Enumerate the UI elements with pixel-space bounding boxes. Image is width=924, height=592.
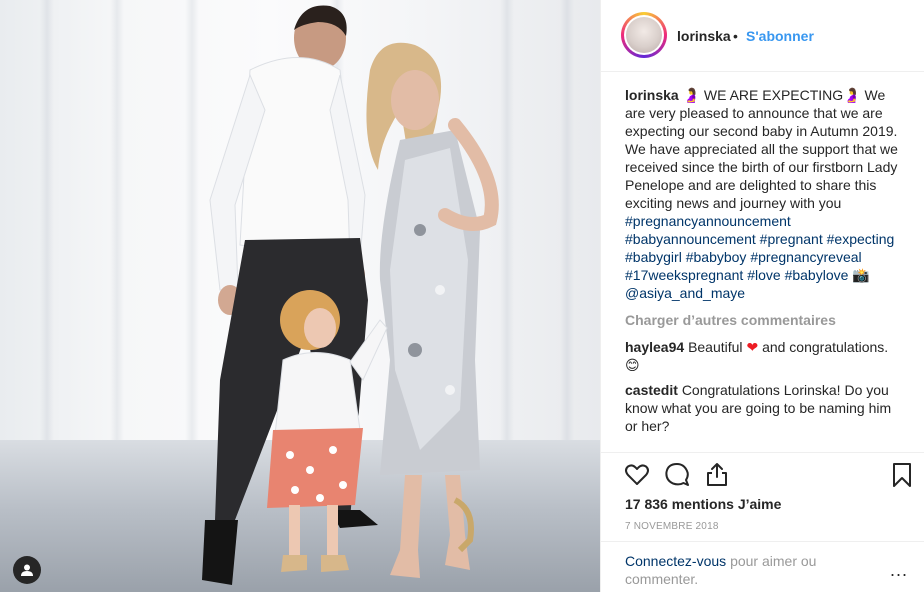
child-figure	[267, 290, 388, 572]
login-divider	[601, 541, 924, 542]
hashtag[interactable]: #love	[747, 267, 780, 283]
camera-emoji: 📸	[852, 267, 870, 283]
heart-icon[interactable]	[624, 462, 650, 488]
post-header: lorinska • S'abonner	[601, 0, 924, 72]
hashtag[interactable]: #babyboy	[686, 249, 747, 265]
more-options-icon[interactable]: ...	[890, 560, 908, 581]
caption-headline: WE ARE EXPECTING	[703, 87, 844, 103]
hashtag[interactable]: #pregnancyreveal	[750, 249, 861, 265]
post-date[interactable]: 7 NOVEMBRE 2018	[625, 521, 719, 532]
pregnant-emoji: 🤰	[843, 87, 861, 103]
hashtag[interactable]: #expecting	[827, 231, 895, 247]
comment: castedit Congratulations Lorinska! Do yo…	[625, 381, 905, 435]
curtain-fold	[40, 0, 54, 470]
tag-users-button[interactable]	[13, 556, 41, 584]
hashtag[interactable]: #17weekspregnant	[625, 267, 743, 283]
actions-divider	[601, 452, 924, 454]
post-sidebar: lorinska • S'abonner lorinska 🤰 WE ARE E…	[600, 0, 924, 592]
share-icon[interactable]	[704, 461, 730, 487]
red-heart-emoji: ❤	[746, 339, 759, 355]
pregnant-emoji: 🤰	[682, 87, 701, 103]
post-photo[interactable]	[0, 0, 600, 592]
mention[interactable]: @asiya_and_maye	[625, 285, 745, 301]
user-icon	[21, 564, 33, 576]
smile-emoji: 😊	[625, 357, 640, 373]
caption: lorinska 🤰 WE ARE EXPECTING🤰 We are very…	[625, 86, 905, 302]
hashtag[interactable]: #pregnant	[760, 231, 823, 247]
hashtag[interactable]: #babylove	[785, 267, 849, 283]
bookmark-icon[interactable]	[891, 462, 913, 488]
comment-text: and congratulations.	[762, 339, 889, 355]
curtain-fold	[110, 0, 124, 470]
hashtag[interactable]: #babyannouncement	[625, 231, 756, 247]
caption-text-2: We have appreciated all the support that…	[625, 141, 898, 211]
load-more-comments[interactable]: Charger d’autres commentaires	[625, 311, 905, 329]
comment: haylea94 Beautiful ❤ and congratulations…	[625, 338, 905, 374]
caption-username[interactable]: lorinska	[625, 87, 679, 103]
login-prompt: Connectez-vous pour aimer ou commenter.	[625, 552, 865, 588]
curtain-fold	[560, 0, 574, 470]
comment-text: Beautiful	[688, 339, 743, 355]
comment-username[interactable]: castedit	[625, 382, 678, 398]
follow-button[interactable]: S'abonner	[746, 28, 814, 44]
profile-avatar[interactable]	[621, 12, 667, 58]
separator-dot: •	[733, 28, 738, 44]
header-username[interactable]: lorinska	[677, 28, 731, 44]
likes-count[interactable]: 17 836 mentions J’aime	[625, 496, 781, 512]
comment-username[interactable]: haylea94	[625, 339, 684, 355]
comments-section: lorinska 🤰 WE ARE EXPECTING🤰 We are very…	[625, 86, 905, 442]
login-link[interactable]: Connectez-vous	[625, 553, 726, 569]
hashtag[interactable]: #babygirl	[625, 249, 682, 265]
hashtag[interactable]: #pregnancyannouncement	[625, 213, 791, 229]
comment-bubble-icon[interactable]	[664, 462, 690, 488]
